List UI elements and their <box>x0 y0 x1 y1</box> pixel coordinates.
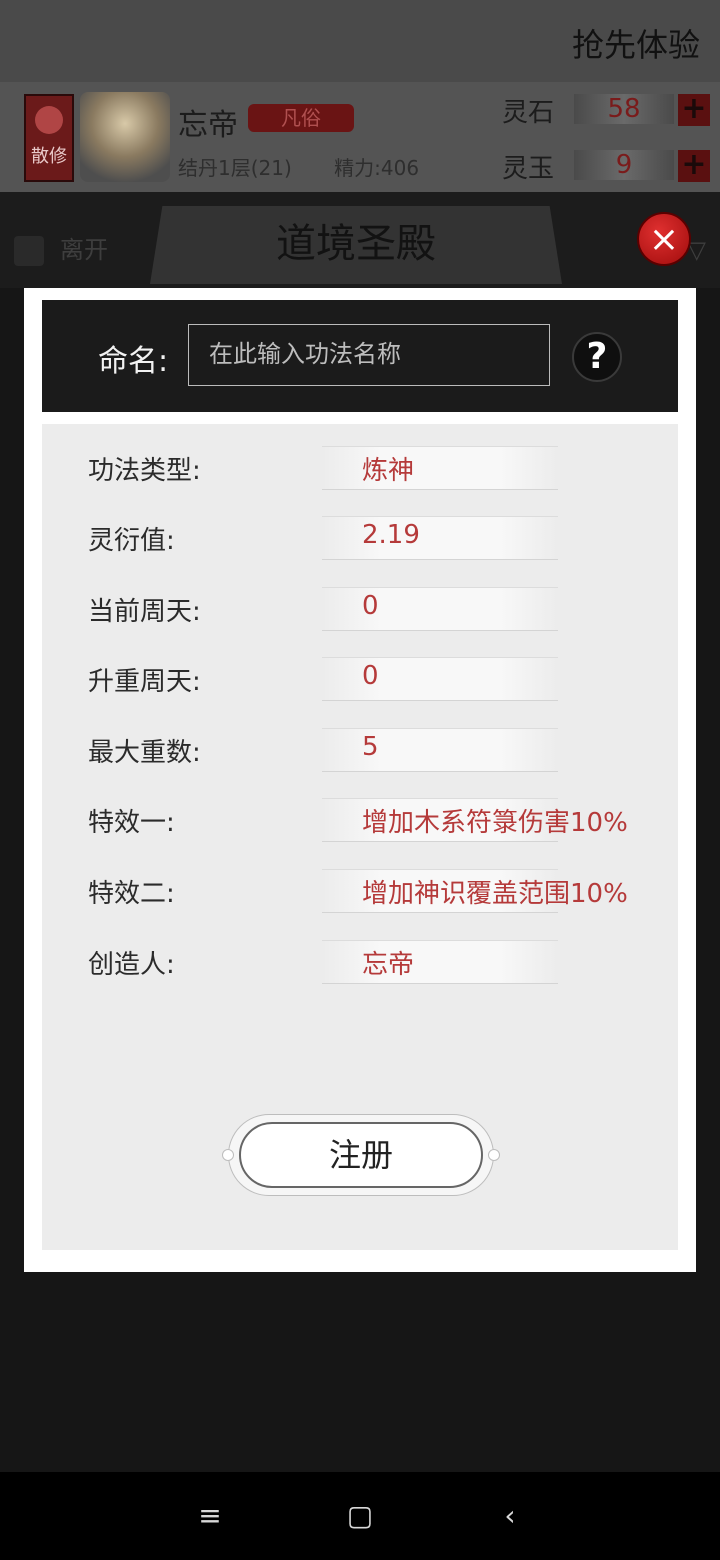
player-stats: 结丹1层(21) 精力:406 <box>178 152 455 181</box>
property-label: 创造人: <box>88 950 175 980</box>
property-value: 增加神识覆盖范围10% <box>362 879 628 909</box>
property-value-plate <box>322 446 558 490</box>
early-access-link[interactable]: 抢先体验 <box>572 20 700 66</box>
property-value-plate <box>322 587 558 631</box>
property-row-max-tiers: 最大重数: 5 <box>42 726 678 774</box>
create-technique-dialog: 命名: 在此输入功法名称 ? 功法类型: 炼神 灵衍值: 2.19 当前周天: … <box>24 288 696 1272</box>
avatar[interactable] <box>80 92 170 182</box>
property-row-effect-one: 特效一: 增加木系符箓伤害10% <box>42 796 678 844</box>
register-button[interactable]: 注册 <box>222 1114 500 1196</box>
lotus-emblem-icon <box>35 106 63 134</box>
property-value-plate <box>322 657 558 701</box>
register-label: 注册 <box>239 1122 483 1188</box>
rank-badge-label: 散修 <box>31 146 67 167</box>
add-spirit-stone-button[interactable]: + <box>678 94 710 126</box>
nav-bar: 离开 道境圣殿 筛 ▽ <box>0 192 720 288</box>
property-row-upgrade-cycle: 升重周天: 0 <box>42 655 678 703</box>
name-panel: 命名: 在此输入功法名称 ? <box>42 300 678 412</box>
property-value: 2.19 <box>362 520 420 550</box>
property-row-current-cycle: 当前周天: 0 <box>42 585 678 633</box>
currency-value: 58 <box>574 94 674 124</box>
page-title: 道境圣殿 <box>150 206 562 284</box>
property-value: 炼神 <box>362 456 415 486</box>
property-row-yan-value: 灵衍值: 2.19 <box>42 514 678 562</box>
energy-value: 精力:406 <box>334 156 420 180</box>
property-value-plate <box>322 728 558 772</box>
property-value: 忘帝 <box>362 950 415 980</box>
property-label: 功法类型: <box>88 456 201 486</box>
property-label: 特效一: <box>88 808 175 838</box>
property-row-type: 功法类型: 炼神 <box>42 444 678 492</box>
property-value: 增加木系符箓伤害10% <box>362 808 628 838</box>
back-arrow-icon <box>14 236 44 266</box>
decor-dot <box>222 1149 234 1161</box>
currency-label: 灵玉 <box>502 154 555 184</box>
technique-name-input[interactable]: 在此输入功法名称 <box>188 324 550 386</box>
rank-badge: 散修 <box>24 94 74 182</box>
property-label: 最大重数: <box>88 738 201 768</box>
add-spirit-jade-button[interactable]: + <box>678 150 710 182</box>
leave-label: 离开 <box>60 236 108 264</box>
property-value-plate <box>322 940 558 984</box>
help-icon[interactable]: ? <box>572 332 622 382</box>
properties-panel: 功法类型: 炼神 灵衍值: 2.19 当前周天: 0 升重周天: 0 最大重数:… <box>42 424 678 1250</box>
property-value: 0 <box>362 661 379 691</box>
property-label: 灵衍值: <box>88 526 175 556</box>
property-row-creator: 创造人: 忘帝 <box>42 938 678 986</box>
property-row-effect-two: 特效二: 增加神识覆盖范围10% <box>42 867 678 915</box>
player-bar: 散修 忘帝 凡俗 结丹1层(21) 精力:406 灵石 58 + 灵玉 9 + <box>0 82 720 192</box>
decor-dot <box>488 1149 500 1161</box>
back-icon[interactable]: ‹ <box>490 1496 530 1536</box>
top-bar: 抢先体验 <box>0 0 720 82</box>
property-label: 当前周天: <box>88 597 201 627</box>
currency-label: 灵石 <box>502 98 555 128</box>
name-label: 命名: <box>98 344 169 379</box>
home-icon[interactable]: ▢ <box>340 1496 380 1536</box>
cultivation-level: 结丹1层(21) <box>178 156 292 180</box>
property-label: 特效二: <box>88 879 175 909</box>
property-value: 0 <box>362 591 379 621</box>
property-label: 升重周天: <box>88 667 201 697</box>
close-icon[interactable]: × <box>637 212 691 266</box>
property-value: 5 <box>362 732 379 762</box>
player-name: 忘帝 <box>178 108 238 143</box>
system-nav-bar: ≡ ▢ ‹ <box>0 1472 720 1560</box>
property-value-plate <box>322 516 558 560</box>
realm-badge: 凡俗 <box>248 104 354 132</box>
currency-value: 9 <box>574 150 674 180</box>
menu-icon[interactable]: ≡ <box>190 1496 230 1536</box>
leave-button[interactable]: 离开 <box>14 230 108 266</box>
